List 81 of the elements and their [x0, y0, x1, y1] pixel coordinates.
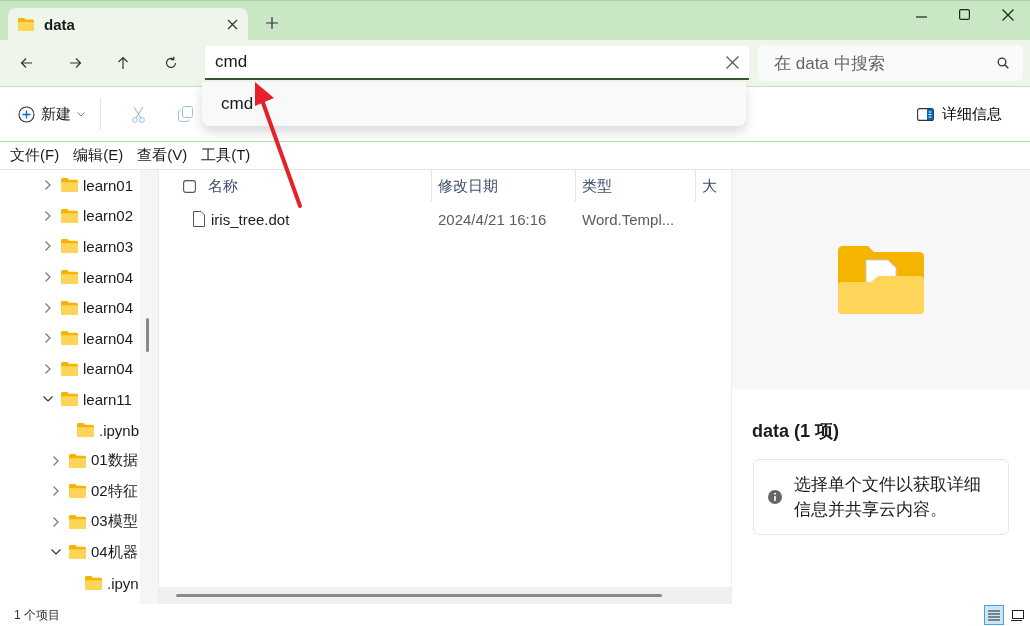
chevron-right-icon[interactable] — [45, 302, 51, 313]
tree-item[interactable]: learn11 — [83, 390, 132, 408]
tree-item[interactable]: learn03 — [83, 238, 134, 255]
details-pane-icon — [917, 107, 934, 121]
menu-item[interactable]: 文件(F) — [10, 146, 60, 165]
tree-item[interactable]: learn02 — [83, 207, 134, 225]
chevron-right-icon[interactable] — [53, 455, 59, 466]
chevron-down-icon[interactable] — [43, 396, 53, 403]
checkbox[interactable] — [183, 179, 196, 193]
folder-icon — [61, 392, 78, 407]
tree-item[interactable]: learn01 — [83, 176, 134, 194]
tree-item[interactable]: .ipyn — [107, 574, 139, 592]
close-icon[interactable] — [1002, 9, 1014, 21]
folder-icon — [77, 423, 94, 438]
plus-icon[interactable] — [266, 17, 278, 29]
new-button[interactable]: 新建 — [12, 100, 91, 128]
search-icon[interactable] — [997, 57, 1009, 69]
close-icon[interactable] — [227, 18, 238, 30]
file-icon — [193, 211, 205, 227]
tiles-icon — [1010, 609, 1024, 621]
clear-icon[interactable] — [726, 55, 739, 69]
chevron-right-icon[interactable] — [45, 272, 51, 283]
forward-arrow-icon[interactable] — [67, 55, 83, 71]
caret-icon — [77, 111, 85, 117]
file-name[interactable]: iris_tree.dot — [211, 210, 290, 228]
folder-icon — [85, 576, 102, 590]
refresh-icon[interactable] — [163, 55, 179, 71]
folder-icon — [61, 300, 78, 315]
tree-item[interactable]: learn04 — [83, 268, 134, 286]
tree-item[interactable]: learn04 — [83, 329, 134, 347]
menu-item[interactable]: 编辑(E) — [73, 146, 124, 165]
tree-item[interactable]: 02特征 — [91, 481, 138, 501]
folder-icon — [61, 239, 78, 254]
tree-item[interactable]: 03模型 — [91, 512, 138, 532]
column-header[interactable]: 名称 — [208, 176, 238, 196]
tree-item[interactable]: learn04 — [83, 299, 134, 317]
chevron-right-icon[interactable] — [45, 180, 51, 191]
folder-icon — [69, 545, 86, 560]
folder-icon — [61, 208, 78, 223]
maximize-icon[interactable] — [959, 9, 970, 20]
back-arrow-icon[interactable] — [19, 55, 35, 71]
search-field[interactable]: 在 data 中搜索 — [758, 45, 1023, 81]
column-header[interactable]: 修改日期 — [431, 170, 575, 202]
scrollbar-thumb[interactable] — [146, 318, 149, 352]
folder-icon — [69, 484, 86, 499]
plus-circle-icon — [18, 105, 35, 123]
tree-item[interactable]: 04机器 — [91, 542, 138, 562]
scrollbar[interactable] — [159, 587, 731, 604]
info-text: 选择单个文件以获取详细信息并共享云内容。 — [794, 474, 982, 521]
tree-item[interactable]: learn04 — [83, 360, 134, 378]
details-button[interactable]: 详细信息 — [913, 100, 1006, 128]
menu-item[interactable]: 查看(V) — [137, 146, 188, 165]
menu-item[interactable]: 工具(T) — [201, 146, 251, 165]
item-count: 1 个项目 — [14, 606, 60, 624]
chevron-down-icon[interactable] — [51, 549, 61, 556]
folder-icon — [69, 514, 86, 529]
up-arrow-icon[interactable] — [115, 55, 131, 71]
tree-item[interactable]: .ipynb — [99, 421, 140, 439]
info-icon — [768, 490, 782, 504]
chevron-right-icon[interactable] — [45, 363, 51, 374]
folder-icon — [838, 245, 924, 314]
folder-icon — [61, 178, 78, 193]
chevron-right-icon[interactable] — [45, 210, 51, 221]
tree-item[interactable]: 01数据 — [91, 451, 138, 471]
address-field[interactable]: cmd — [205, 46, 749, 80]
column-header[interactable]: 类型 — [575, 170, 695, 202]
folder-icon — [61, 331, 78, 346]
folder-icon — [18, 17, 34, 31]
chevron-right-icon[interactable] — [45, 333, 51, 344]
column-header[interactable]: 大 — [695, 170, 731, 202]
table-cell-text: Word.Templ... — [581, 210, 676, 228]
folder-icon — [69, 453, 86, 468]
chevron-right-icon[interactable] — [53, 516, 59, 527]
chevron-right-icon[interactable] — [53, 486, 59, 497]
tab[interactable]: data — [8, 8, 248, 40]
table-cell-text: 2024/4/21 16:16 — [437, 210, 548, 228]
folder-icon — [61, 270, 78, 285]
chevron-right-icon[interactable] — [45, 241, 51, 252]
folder-title: data (1 项) — [752, 420, 840, 443]
list-icon — [988, 609, 1000, 621]
folder-icon — [61, 361, 78, 376]
